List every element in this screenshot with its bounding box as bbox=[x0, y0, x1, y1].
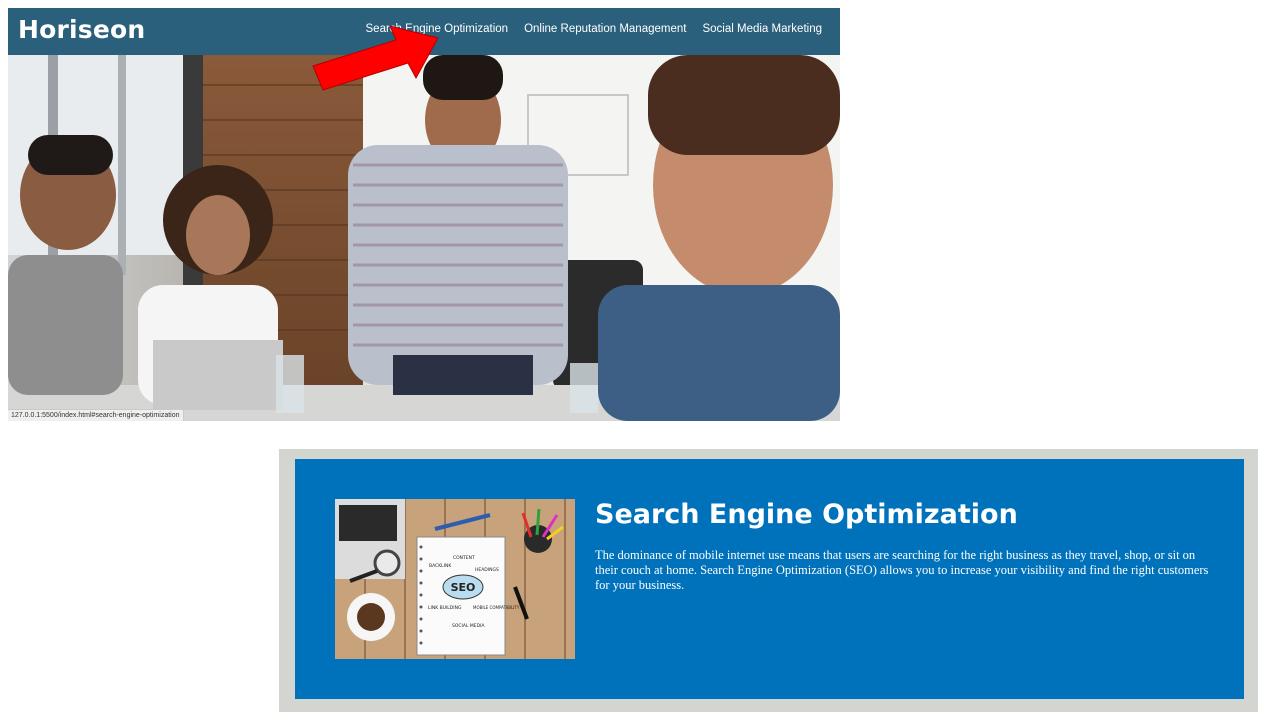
nav-link-reputation[interactable]: Online Reputation Management bbox=[524, 23, 686, 35]
composite-screenshot: Horiseon Search Engine Optimization Onli… bbox=[0, 0, 1280, 720]
content-label: CONTENT bbox=[453, 555, 475, 561]
seo-image: SEO CONTENT BACKLINK HEADINGS LINK BUILD… bbox=[335, 499, 575, 659]
seo-label: SEO bbox=[451, 581, 476, 594]
site-logo[interactable]: Horiseon bbox=[18, 15, 145, 44]
team-meeting-photo-icon bbox=[8, 55, 840, 421]
nav-link-social[interactable]: Social Media Marketing bbox=[702, 23, 822, 35]
seo-notebook-photo-icon: SEO CONTENT BACKLINK HEADINGS LINK BUILD… bbox=[335, 499, 575, 659]
seo-section-screenshot: SEO CONTENT BACKLINK HEADINGS LINK BUILD… bbox=[279, 449, 1258, 712]
seo-section-title: Search Engine Optimization bbox=[595, 499, 1018, 530]
website-top-screenshot: Horiseon Search Engine Optimization Onli… bbox=[8, 8, 840, 421]
hero-image bbox=[8, 55, 840, 421]
link-building-label: LINK BUILDING bbox=[428, 605, 462, 611]
social-media-label: SOCIAL MEDIA bbox=[452, 623, 485, 629]
headings-label: HEADINGS bbox=[475, 567, 499, 573]
main-nav: Search Engine Optimization Online Reputa… bbox=[366, 23, 822, 35]
seo-section-text: The dominance of mobile internet use mea… bbox=[595, 548, 1209, 592]
nav-link-seo[interactable]: Search Engine Optimization bbox=[366, 23, 509, 35]
seo-section: SEO CONTENT BACKLINK HEADINGS LINK BUILD… bbox=[295, 459, 1244, 699]
backlink-label: BACKLINK bbox=[429, 563, 452, 569]
browser-status-bar: 127.0.0.1:5500/index.html#search-engine-… bbox=[8, 409, 184, 421]
mobile-compatibility-label: MOBILE COMPATIBILITY bbox=[473, 605, 520, 610]
site-header: Horiseon Search Engine Optimization Onli… bbox=[8, 8, 840, 55]
